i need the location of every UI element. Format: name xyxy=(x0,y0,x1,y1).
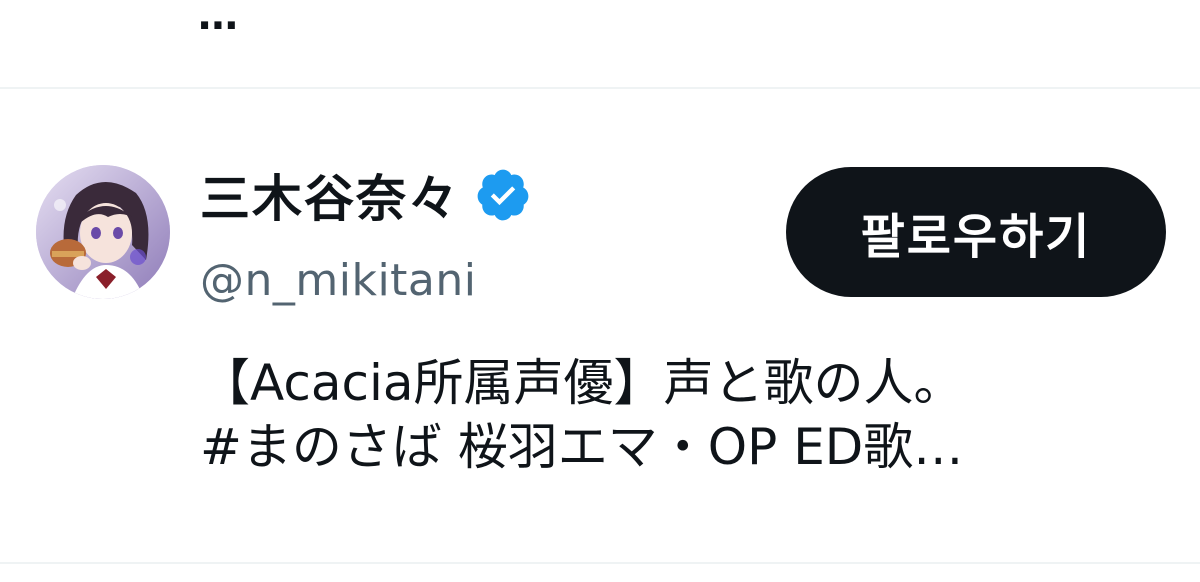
bio-line-2: #まのさば 桜羽エマ・OP ED歌… xyxy=(200,418,964,476)
user-cell[interactable]: 三木谷奈々 @n_mikitani 팔로우하기 【Acacia所属声優】声と歌の… xyxy=(0,89,1200,561)
more-icon[interactable]: ⋯ xyxy=(198,6,240,46)
display-name[interactable]: 三木谷奈々 xyxy=(200,159,460,231)
user-bio: 【Acacia所属声優】声と歌の人。 #まのさば 桜羽エマ・OP ED歌… xyxy=(200,351,1160,479)
display-name-row[interactable]: 三木谷奈々 xyxy=(200,159,532,231)
bio-line-1: 【Acacia所属声優】声と歌の人。 xyxy=(200,354,964,412)
verified-badge-icon xyxy=(474,166,532,224)
previous-item-row: ⋯ xyxy=(0,0,1200,88)
follow-button[interactable]: 팔로우하기 xyxy=(786,167,1166,297)
page: ⋯ 三木谷奈々 @n_mikitani 팔로우하기 【Acacia所属声優】声と… xyxy=(0,0,1200,582)
avatar[interactable] xyxy=(36,165,170,299)
divider xyxy=(0,562,1200,564)
avatar-image xyxy=(36,165,170,299)
user-handle[interactable]: @n_mikitani xyxy=(200,255,477,306)
